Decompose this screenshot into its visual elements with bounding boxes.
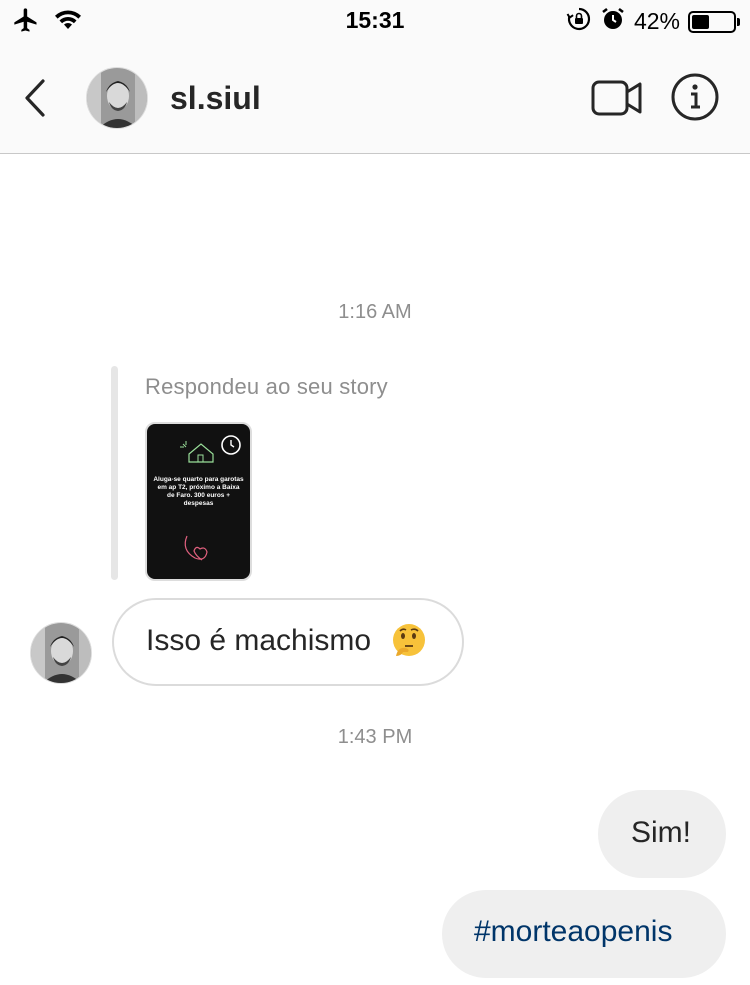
outgoing-message-bubble[interactable]: Sim! [598, 790, 726, 878]
orientation-lock-icon [566, 6, 592, 37]
hashtag-link[interactable]: #morteaopenis [474, 915, 672, 949]
message-timestamp: 1:43 PM [337, 726, 413, 748]
video-camera-icon [590, 80, 644, 122]
story-reply-label: Respondeu ao seu story [145, 374, 388, 399]
reply-indicator-bar [111, 366, 118, 580]
info-icon [670, 73, 720, 126]
battery-level [692, 14, 709, 29]
back-button[interactable] [18, 78, 54, 118]
battery-percentage: 42% [633, 8, 680, 34]
outgoing-message-text: Sim! [631, 816, 691, 849]
story-thumbnail-text: Aluga-se quarto para garotas em ap T2, p… [153, 476, 244, 507]
chat-username[interactable]: sl.siul [170, 80, 261, 117]
status-bar: 15:31 42% [0, 0, 750, 42]
battery-icon [688, 10, 740, 33]
video-call-button[interactable] [590, 78, 644, 118]
profile-avatar[interactable] [86, 67, 148, 129]
story-thumbnail[interactable]: Aluga-se quarto para garotas em ap T2, p… [145, 422, 252, 581]
status-bar-right: 42% [566, 6, 740, 37]
chevron-left-icon [18, 79, 54, 122]
chat-header: sl.siul [0, 42, 750, 154]
outgoing-hashtag-bubble[interactable]: #morteaopenis [442, 890, 726, 978]
sender-avatar[interactable] [30, 622, 92, 684]
info-button[interactable] [670, 72, 720, 122]
thinking-face-emoji-icon [390, 622, 428, 660]
incoming-message-bubble[interactable]: Isso é machismo [112, 598, 464, 686]
message-timestamp: 1:16 AM [338, 301, 412, 323]
alarm-clock-icon [600, 6, 626, 37]
incoming-message-text: Isso é machismo [146, 624, 372, 657]
